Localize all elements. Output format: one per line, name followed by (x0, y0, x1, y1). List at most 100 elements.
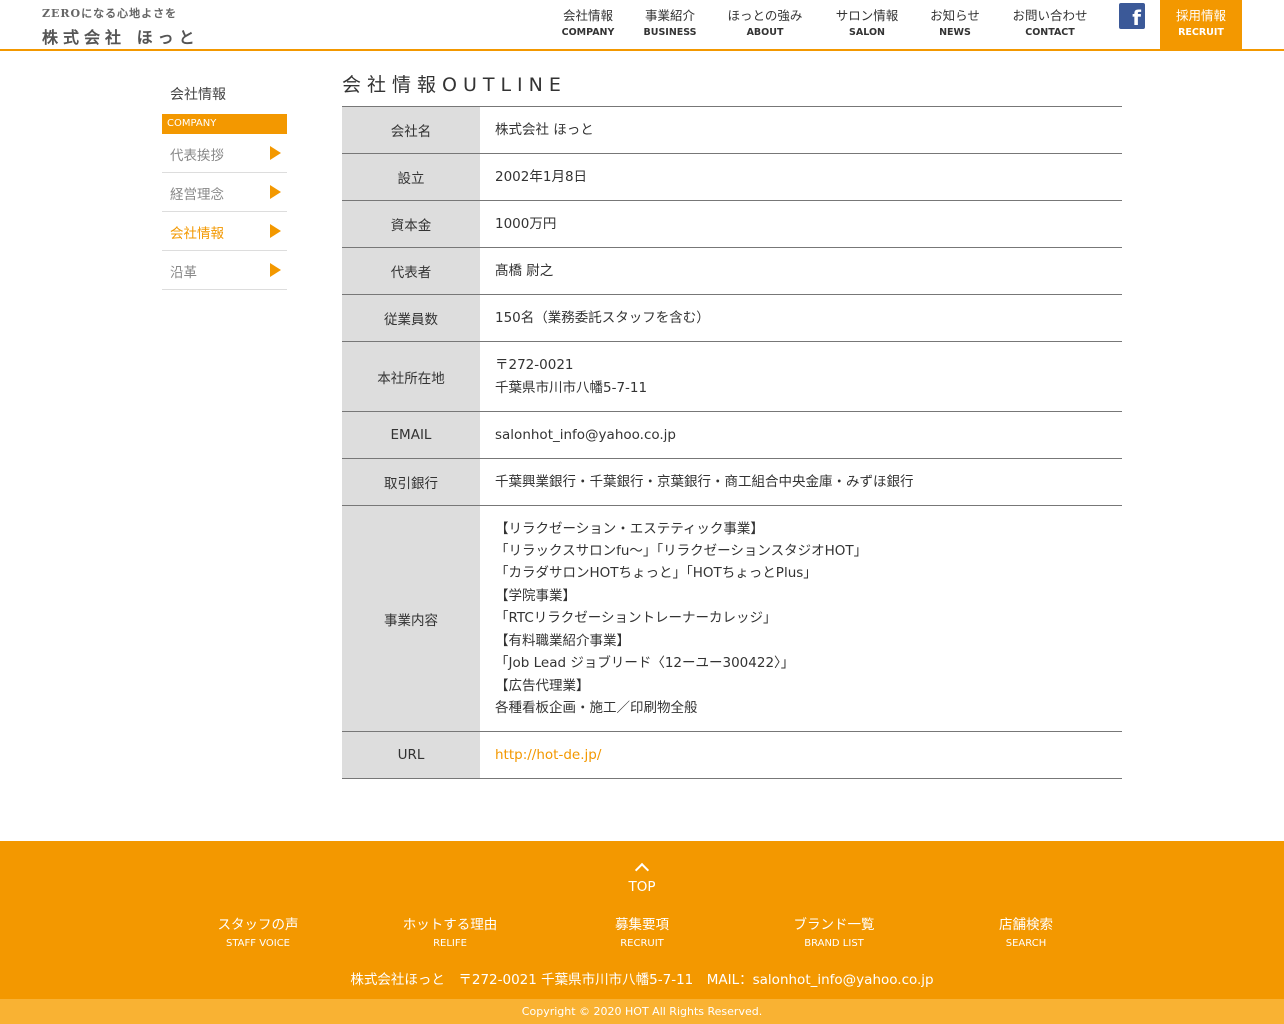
sidebar-item-history[interactable]: 沿革 (162, 251, 287, 290)
info-line: 「カラダサロンHOTちょっと」「HOTちょっとPlus」 (495, 565, 817, 582)
footer-nav-sublabel: RELIFE (433, 938, 467, 949)
main-content: 会社情報OUTLINE 会社名 株式会社 ほっと 設立 2002年1月8日 資本金 100… (342, 70, 1122, 779)
info-line: 2002年1月8日 (495, 168, 588, 185)
sidebar: 会社情報 COMPANY 代表挨拶 経営理念 会社情報 沿革 (162, 76, 287, 290)
info-row-value: 髙橋 尉之 (480, 248, 1122, 295)
triangle-right-icon (270, 263, 281, 277)
sidebar-item-philosophy[interactable]: 経営理念 (162, 173, 287, 212)
back-to-top-button[interactable]: TOP (612, 859, 672, 895)
info-row-address: 本社所在地 〒272-0021 千葉県市川市八幡5-7-11 (342, 341, 1122, 412)
nav-label: お問い合わせ (1012, 8, 1088, 23)
back-to-top-label: TOP (628, 879, 656, 895)
nav-label: 事業紹介 (644, 8, 695, 23)
nav-recruit[interactable]: 採用情報 RECRUIT (1160, 0, 1242, 49)
nav-sublabel: RECRUIT (1178, 27, 1224, 38)
footer-address: 株式会社ほっと 〒272-0021 千葉県市川市八幡5-7-11 MAIL：sa… (350, 972, 934, 988)
footer-nav-label: 店舗検索 (999, 917, 1053, 933)
nav-sublabel: COMPANY (561, 27, 615, 38)
nav-sublabel: ABOUT (746, 27, 784, 38)
info-line: 〒272-0021 (495, 357, 574, 374)
footer-nav-label: 募集要項 (615, 917, 669, 933)
info-row-label: 事業内容 (342, 505, 480, 732)
website-link[interactable]: http://hot-de.jp/ (495, 747, 601, 763)
info-row-label: 代表者 (342, 247, 480, 295)
nav-salon[interactable]: サロン情報 SALON (829, 0, 905, 38)
info-row-value: 1000万円 (480, 201, 1122, 248)
info-line: salonhot_info@yahoo.co.jp (495, 426, 676, 443)
sidebar-item-company-info[interactable]: 会社情報 (162, 212, 287, 251)
nav-label: サロン情報 (835, 8, 899, 23)
info-row-email: EMAIL salonhot_info@yahoo.co.jp (342, 411, 1122, 459)
info-row-value: http://hot-de.jp/ (480, 732, 1122, 779)
nav-sublabel: CONTACT (1025, 27, 1075, 38)
info-line: 【リラクゼーション・エステティック事業】 (495, 520, 764, 537)
copyright: Copyright © 2020 HOT All Rights Reserved… (0, 999, 1284, 1024)
info-line: 【学院事業】 (495, 587, 576, 604)
sidebar-title: 会社情報 (170, 87, 226, 103)
info-line: 「Job Lead ジョブリード〈12ーユー300422〉」 (495, 655, 795, 672)
info-row-business: 事業内容 【リラクゼーション・エステティック事業】「リラックスサロンfu～」「リラ… (342, 505, 1122, 732)
sidebar-item-label: 経営理念 (170, 187, 224, 203)
nav-sublabel: NEWS (939, 27, 971, 38)
info-row-capital: 資本金 1000万円 (342, 200, 1122, 248)
info-line: 「リラックスサロンfu～」「リラクゼーションスタジオHOT」 (495, 543, 868, 560)
footer-nav-sublabel: RECRUIT (620, 938, 664, 949)
footer-nav-search[interactable]: 店舗検索 SEARCH (956, 913, 1096, 949)
nav-sublabel: SALON (849, 27, 885, 38)
nav-sublabel: BUSINESS (643, 27, 697, 38)
info-line: 千葉興業銀行・千葉銀行・京葉銀行・商工組合中央金庫・みずほ銀行 (495, 473, 914, 490)
nav-label: ほっとの強み (727, 8, 803, 23)
info-line: 千葉県市川市八幡5-7-11 (495, 379, 648, 396)
footer-nav-sublabel: BRAND LIST (804, 938, 864, 949)
nav-label: 会社情報 (562, 8, 613, 23)
nav-company[interactable]: 会社情報 COMPANY (556, 0, 620, 38)
info-row-value: 150名（業務委託スタッフを含む） (480, 295, 1122, 342)
info-row-label: 本社所在地 (342, 341, 480, 412)
sidebar-item-greeting[interactable]: 代表挨拶 (162, 134, 287, 173)
info-line: 150名（業務委託スタッフを含む） (495, 309, 710, 326)
nav-about[interactable]: ほっとの強み ABOUT (722, 0, 808, 38)
nav-label: お知らせ (930, 8, 980, 23)
footer-nav-relife[interactable]: ホットする理由 RELIFE (380, 913, 520, 949)
footer-nav-brand-list[interactable]: ブランド一覧 BRAND LIST (764, 913, 904, 949)
info-row-banks: 取引銀行 千葉興業銀行・千葉銀行・京葉銀行・商工組合中央金庫・みずほ銀行 (342, 458, 1122, 506)
info-line: 【有料職業紹介事業】 (495, 632, 630, 649)
footer-nav-recruit[interactable]: 募集要項 RECRUIT (572, 913, 712, 949)
info-row-established: 設立 2002年1月8日 (342, 153, 1122, 201)
triangle-right-icon (270, 224, 281, 238)
facebook-icon[interactable]: f (1119, 3, 1145, 29)
info-row-label: 従業員数 (342, 294, 480, 342)
nav-contact[interactable]: お問い合わせ CONTACT (1005, 0, 1095, 38)
logo-name: 株式会社 ほっと (42, 28, 200, 47)
sidebar-item-label: 沿革 (170, 265, 197, 281)
nav-label: 採用情報 (1175, 8, 1226, 23)
info-row-label: 資本金 (342, 200, 480, 248)
site-logo[interactable]: ZEROになる心地よさを 株式会社 ほっと (42, 5, 222, 47)
info-row-label: 取引銀行 (342, 458, 480, 506)
sidebar-item-label: 会社情報 (170, 226, 224, 242)
info-line: 髙橋 尉之 (495, 262, 554, 279)
nav-news[interactable]: お知らせ NEWS (924, 0, 986, 38)
info-row-value: 株式会社 ほっと (480, 107, 1122, 154)
sidebar-subtitle: COMPANY (162, 114, 287, 134)
company-info-table: 会社名 株式会社 ほっと 設立 2002年1月8日 資本金 1000万円 代表者 髙橋 尉之従… (342, 106, 1122, 779)
footer-nav-staff-voice[interactable]: スタッフの声 STAFF VOICE (188, 913, 328, 949)
info-row-employees: 従業員数 150名（業務委託スタッフを含む） (342, 294, 1122, 342)
info-row-value: 千葉興業銀行・千葉銀行・京葉銀行・商工組合中央金庫・みずほ銀行 (480, 459, 1122, 506)
info-line: 「RTCリラクゼーショントレーナーカレッジ」 (495, 610, 777, 627)
nav-business[interactable]: 事業紹介 BUSINESS (638, 0, 702, 38)
site-footer: TOP スタッフの声 STAFF VOICE ホットする理由 RELIFE 募集… (0, 841, 1284, 999)
footer-nav-sublabel: SEARCH (1005, 938, 1047, 949)
info-row-label: URL (342, 731, 480, 779)
footer-nav-label: ブランド一覧 (793, 917, 875, 933)
info-row-value: 2002年1月8日 (480, 154, 1122, 201)
chevron-up-icon (634, 862, 650, 878)
info-row-company-name: 会社名 株式会社 ほっと (342, 106, 1122, 154)
info-row-value: 【リラクゼーション・エステティック事業】「リラックスサロンfu～」「リラクゼーシ… (480, 506, 1122, 732)
info-row-value: salonhot_info@yahoo.co.jp (480, 412, 1122, 459)
footer-nav-sublabel: STAFF VOICE (226, 938, 290, 949)
logo-tagline: ZEROになる心地よさを (42, 7, 178, 20)
footer-nav-label: スタッフの声 (217, 917, 299, 933)
footer-nav-label: ホットする理由 (402, 917, 498, 933)
page-title: 会社情報OUTLINE (342, 74, 567, 96)
